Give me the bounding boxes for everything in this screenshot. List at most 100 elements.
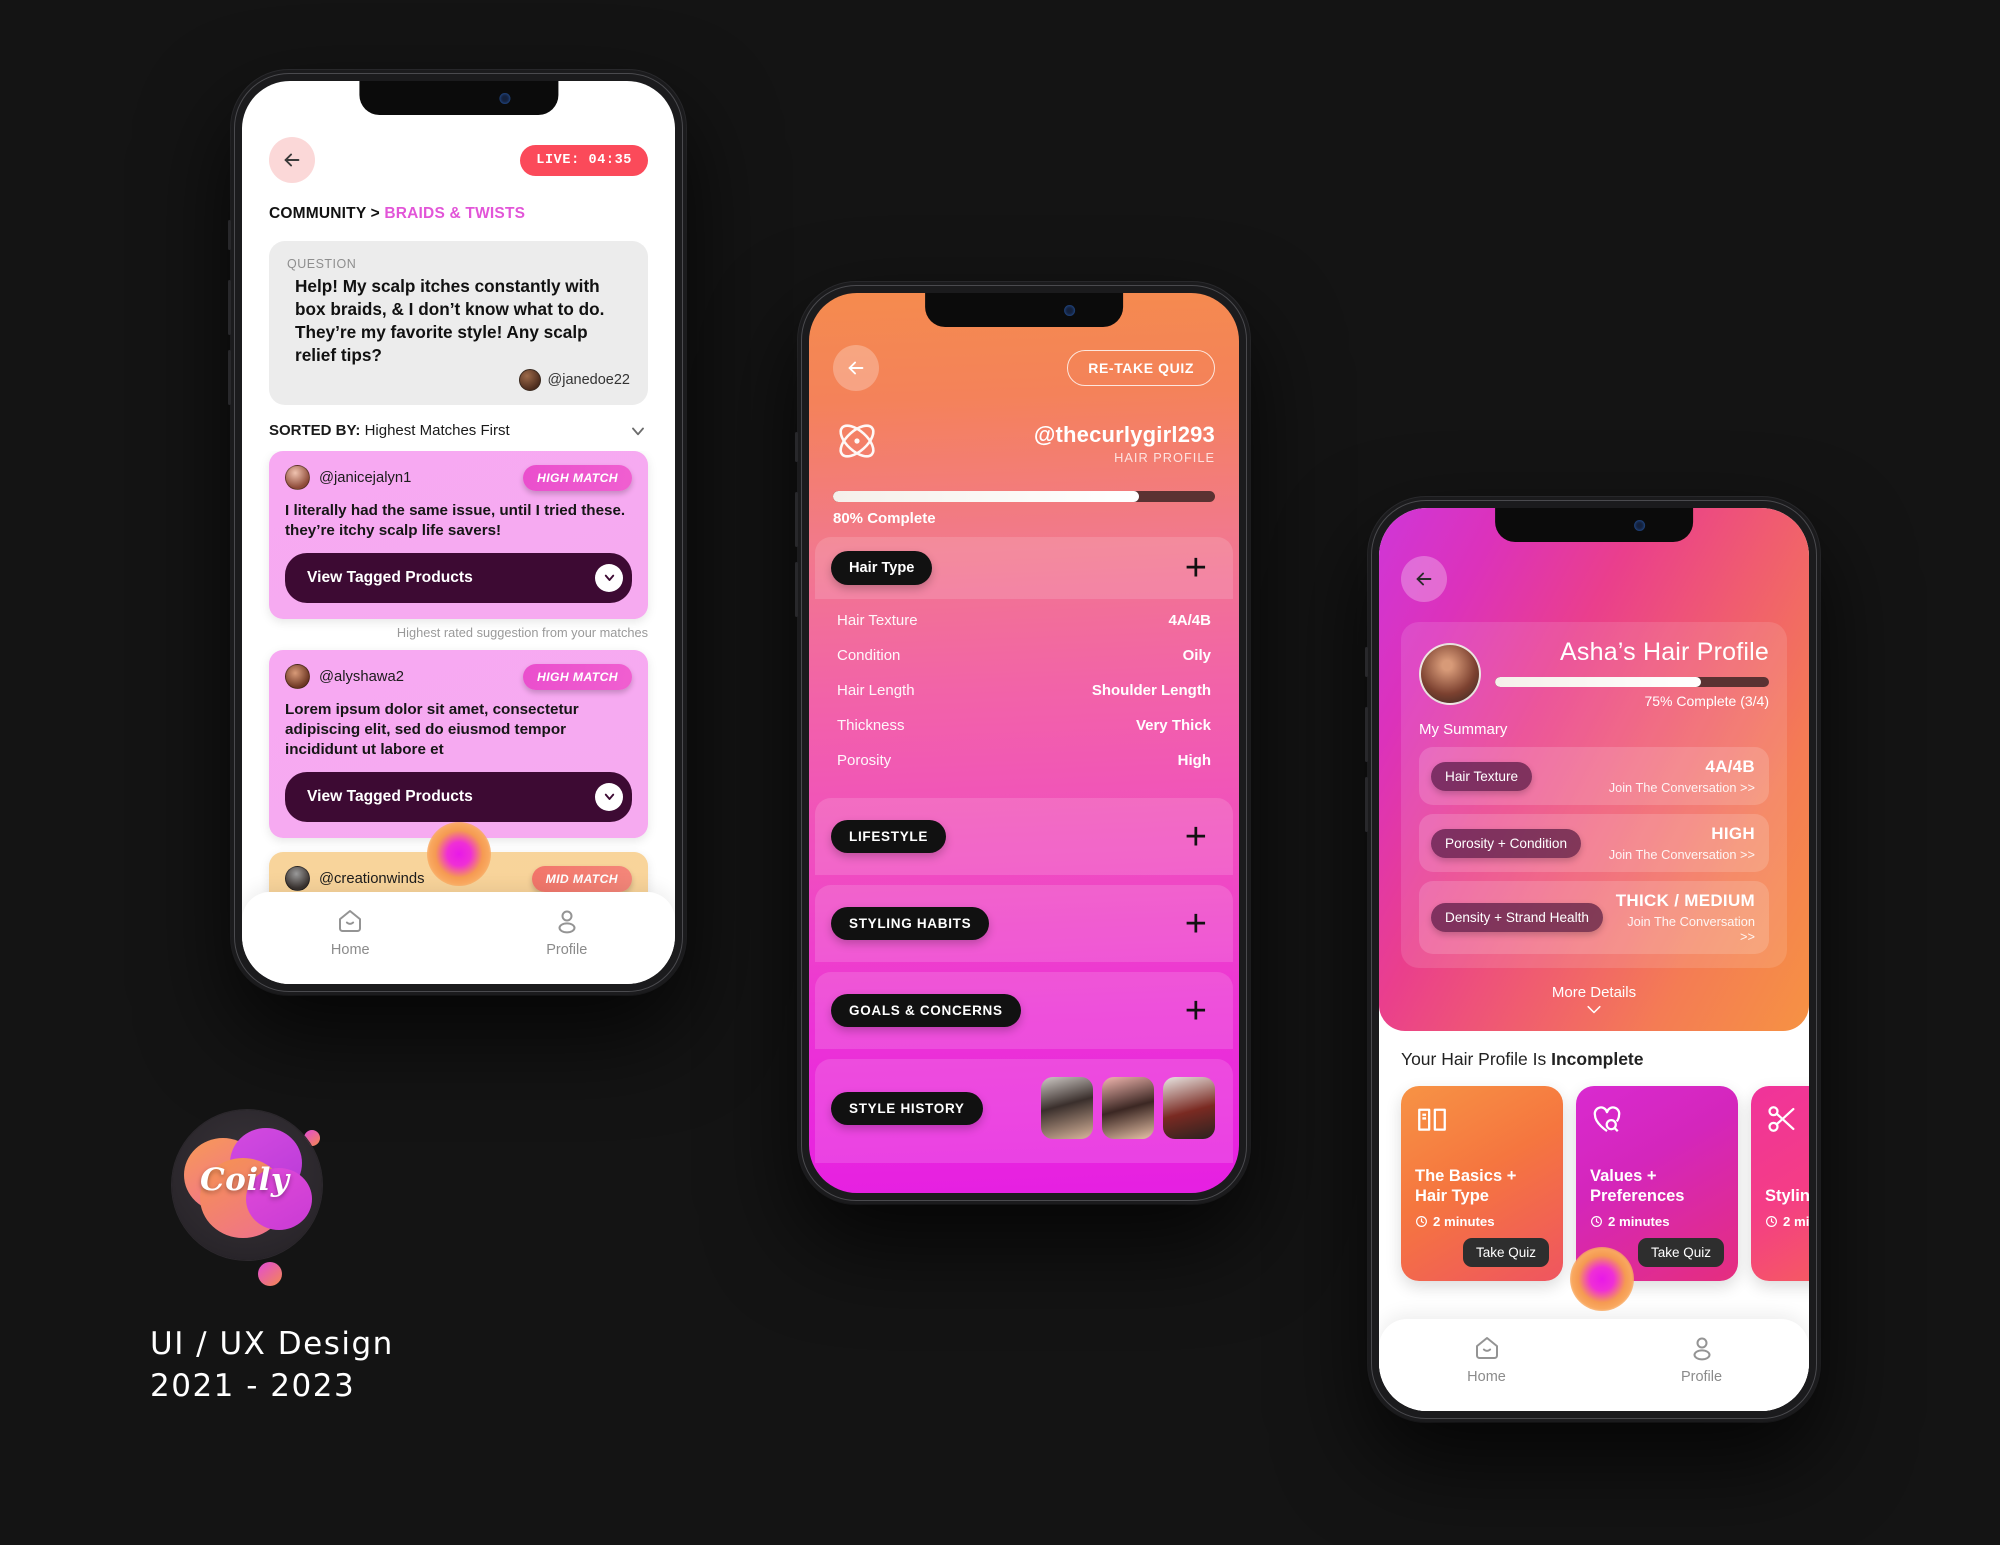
- summary-value: HIGH: [1711, 824, 1755, 843]
- section-title: LIFESTYLE: [831, 820, 947, 853]
- profile-subtitle: HAIR PROFILE: [1114, 450, 1215, 465]
- tab-home-label: Home: [1467, 1369, 1506, 1385]
- expand-toggle[interactable]: [595, 563, 623, 592]
- expand-icon[interactable]: +: [1185, 818, 1207, 856]
- section-hair-type[interactable]: Hair Type +: [815, 537, 1233, 599]
- style-thumbnail[interactable]: [1102, 1077, 1154, 1139]
- question-card: QUESTION Help! My scalp itches constantl…: [269, 241, 648, 405]
- view-tagged-products-button[interactable]: View Tagged Products: [285, 771, 632, 822]
- question-label: QUESTION: [287, 257, 357, 271]
- expand-icon[interactable]: +: [1185, 992, 1207, 1030]
- answer-card[interactable]: @alyshawa2 HIGH MATCH Lorem ipsum dolor …: [269, 649, 648, 838]
- heart-search-icon: [1593, 1106, 1621, 1132]
- answer-card-header: @janicejalyn1 HIGH MATCH: [285, 464, 632, 491]
- expand-toggle[interactable]: [595, 782, 623, 811]
- answer-card[interactable]: @janicejalyn1 HIGH MATCH I literally had…: [269, 450, 648, 619]
- join-conversation-link[interactable]: Join The Conversation >>: [1609, 847, 1755, 862]
- tab-home[interactable]: Home: [1379, 1333, 1594, 1385]
- section-lifestyle[interactable]: LIFESTYLE +: [815, 798, 1233, 875]
- style-thumbnail[interactable]: [1163, 1077, 1215, 1139]
- breadcrumb-root[interactable]: COMMUNITY >: [269, 205, 380, 222]
- quiz-card-title: The Basics + Hair Type: [1415, 1167, 1517, 1206]
- back-button[interactable]: [269, 137, 315, 183]
- tab-profile[interactable]: Profile: [459, 906, 676, 958]
- attribute-key: Condition: [837, 647, 901, 664]
- profile-handle: @thecurlygirl293: [1033, 422, 1215, 447]
- chevron-down-icon: [604, 574, 614, 582]
- avatar: [285, 465, 310, 490]
- section-title: STYLE HISTORY: [831, 1091, 983, 1125]
- style-history-thumbs[interactable]: [1041, 1077, 1215, 1139]
- incomplete-strong: Incomplete: [1551, 1049, 1644, 1069]
- question-text: Help! My scalp itches constantly with bo…: [295, 276, 605, 365]
- floating-action-button[interactable]: [427, 822, 491, 886]
- floating-action-button[interactable]: [1570, 1247, 1634, 1311]
- profile-handle-block: @thecurlygirl293 HAIR PROFILE: [1034, 422, 1215, 465]
- sort-label: SORTED BY:: [269, 422, 361, 439]
- tab-home[interactable]: Home: [242, 906, 459, 958]
- section-styling-habits[interactable]: STYLING HABITS +: [815, 885, 1233, 962]
- asha-identity-right: Asha’s Hair Profile 75% Complete (3/4): [1495, 638, 1769, 709]
- notch: [925, 293, 1123, 327]
- home-icon: [339, 910, 362, 932]
- tab-profile[interactable]: Profile: [1594, 1333, 1809, 1385]
- attribute-row: Hair Texture 4A/4B: [837, 603, 1211, 638]
- question-author-handle: @janedoe22: [547, 371, 630, 388]
- quiz-card-title: Styling Habits: [1765, 1187, 1809, 1206]
- attribute-value: Shoulder Length: [1091, 682, 1211, 699]
- quiz-card[interactable]: Styling Habits 2 min Take Quiz: [1751, 1086, 1809, 1281]
- retake-quiz-button[interactable]: RE-TAKE QUIZ: [1067, 350, 1215, 386]
- decor-dot: [258, 1262, 282, 1286]
- expand-icon[interactable]: +: [1185, 549, 1207, 587]
- tab-home-label: Home: [330, 942, 370, 958]
- summary-right: HIGH Join The Conversation >>: [1609, 824, 1755, 862]
- back-button[interactable]: [1401, 556, 1447, 602]
- question-author: @janedoe22: [287, 368, 630, 391]
- my-summary-label: My Summary: [1419, 721, 1508, 738]
- notch: [1495, 508, 1693, 542]
- take-quiz-button[interactable]: Take Quiz: [1637, 1238, 1724, 1267]
- join-conversation-link[interactable]: Join The Conversation >>: [1609, 780, 1755, 795]
- quiz-card[interactable]: The Basics + Hair Type 2 minutes Take Qu…: [1401, 1086, 1563, 1281]
- expand-icon[interactable]: +: [1185, 905, 1207, 943]
- screen-community: LIVE: 04:35 COMMUNITY > BRAIDS & TWISTS …: [242, 81, 675, 984]
- summary-pill: Density + Strand Health: [1431, 903, 1603, 932]
- screen-hair-profile: RE-TAKE QUIZ @thecurlygirl293 HAIR PROFI…: [809, 293, 1239, 1193]
- answer-username[interactable]: @creationwinds: [319, 871, 523, 887]
- back-button[interactable]: [833, 345, 879, 391]
- answer-card-header: @alyshawa2 HIGH MATCH: [285, 663, 632, 690]
- more-details-button[interactable]: More Details: [1401, 968, 1787, 1031]
- summary-row[interactable]: Density + Strand Health THICK / MEDIUM J…: [1419, 881, 1769, 954]
- attribute-row: Porosity High: [837, 743, 1211, 778]
- summary-right: 4A/4B Join The Conversation >>: [1609, 757, 1755, 795]
- breadcrumb: COMMUNITY > BRAIDS & TWISTS: [242, 183, 675, 223]
- branding-block: Coily UI / UX Design 2021 - 2023: [150, 1110, 490, 1404]
- view-tagged-products-button[interactable]: View Tagged Products: [285, 552, 632, 603]
- tab-profile-label: Profile: [546, 942, 588, 958]
- avatar[interactable]: [1419, 642, 1481, 705]
- summary-row[interactable]: Porosity + Condition HIGH Join The Conve…: [1419, 814, 1769, 872]
- clock-icon: [1766, 1216, 1777, 1227]
- section-goals-concerns[interactable]: GOALS & CONCERNS +: [815, 972, 1233, 1049]
- answer-username[interactable]: @alyshawa2: [319, 669, 514, 685]
- chevron-down-icon[interactable]: [628, 421, 648, 441]
- view-tagged-products-label: View Tagged Products: [307, 568, 473, 586]
- summary-right: THICK / MEDIUM Join The Conversation >>: [1613, 891, 1755, 944]
- section-style-history[interactable]: STYLE HISTORY: [815, 1059, 1233, 1163]
- attribute-value: Very Thick: [1135, 717, 1211, 734]
- sort-control[interactable]: SORTED BY: Highest Matches First: [242, 405, 675, 451]
- attribute-row: Condition Oily: [837, 638, 1211, 673]
- quiz-card-duration: 2 minutes: [1590, 1214, 1724, 1229]
- screen-asha-profile: Asha’s Hair Profile 75% Complete (3/4) M…: [1379, 508, 1809, 1411]
- take-quiz-button[interactable]: Take Quiz: [1462, 1238, 1549, 1267]
- breadcrumb-current[interactable]: BRAIDS & TWISTS: [384, 205, 525, 222]
- join-conversation-link[interactable]: Join The Conversation >>: [1613, 914, 1755, 944]
- summary-row[interactable]: Hair Texture 4A/4B Join The Conversation…: [1419, 747, 1769, 805]
- sort-label-wrap: SORTED BY: Highest Matches First: [269, 422, 510, 439]
- answer-username[interactable]: @janicejalyn1: [319, 470, 514, 486]
- asha-identity: Asha’s Hair Profile 75% Complete (3/4): [1419, 638, 1769, 709]
- summary-pill: Hair Texture: [1431, 761, 1533, 791]
- style-thumbnail[interactable]: [1041, 1077, 1093, 1139]
- chevron-down-icon: [604, 794, 614, 801]
- section-title: GOALS & CONCERNS: [831, 994, 1021, 1027]
